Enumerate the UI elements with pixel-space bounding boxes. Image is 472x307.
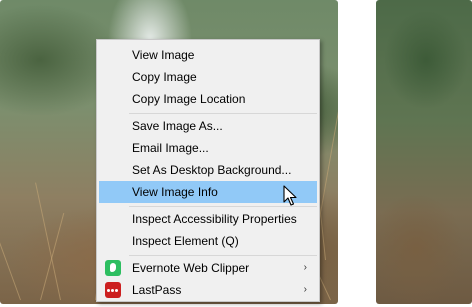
menu-item-label: View Image Info xyxy=(132,185,218,199)
menu-item-label: Set As Desktop Background... xyxy=(132,163,292,177)
menu-item-label: LastPass xyxy=(132,283,182,297)
menu-separator xyxy=(129,255,317,256)
menu-item-email-image[interactable]: Email Image... xyxy=(99,137,317,159)
menu-item-copy-image-location[interactable]: Copy Image Location xyxy=(99,88,317,110)
menu-item-label: Email Image... xyxy=(132,141,209,155)
background-photo-right[interactable] xyxy=(376,0,472,304)
menu-item-label: View Image xyxy=(132,48,195,62)
menu-separator xyxy=(129,113,317,114)
lastpass-icon xyxy=(105,282,121,298)
menu-item-label: Inspect Accessibility Properties xyxy=(132,212,297,226)
menu-item-evernote-web-clipper[interactable]: Evernote Web Clipper › xyxy=(99,257,317,279)
menu-item-copy-image[interactable]: Copy Image xyxy=(99,66,317,88)
submenu-arrow-icon: › xyxy=(303,284,307,295)
menu-item-label: Copy Image Location xyxy=(132,92,246,106)
menu-item-set-desktop-background[interactable]: Set As Desktop Background... xyxy=(99,159,317,181)
submenu-arrow-icon: › xyxy=(303,262,307,273)
context-menu: View Image Copy Image Copy Image Locatio… xyxy=(96,39,320,302)
menu-item-inspect-accessibility[interactable]: Inspect Accessibility Properties xyxy=(99,208,317,230)
menu-item-save-image-as[interactable]: Save Image As... xyxy=(99,115,317,137)
menu-item-label: Inspect Element (Q) xyxy=(132,234,239,248)
menu-item-label: Evernote Web Clipper xyxy=(132,261,250,275)
menu-item-lastpass[interactable]: LastPass › xyxy=(99,279,317,301)
menu-item-view-image[interactable]: View Image xyxy=(99,44,317,66)
mouse-pointer-icon xyxy=(283,185,297,206)
evernote-icon xyxy=(105,260,121,276)
menu-item-inspect-element[interactable]: Inspect Element (Q) xyxy=(99,230,317,252)
menu-item-label: Copy Image xyxy=(132,70,197,84)
menu-item-label: Save Image As... xyxy=(132,119,223,133)
